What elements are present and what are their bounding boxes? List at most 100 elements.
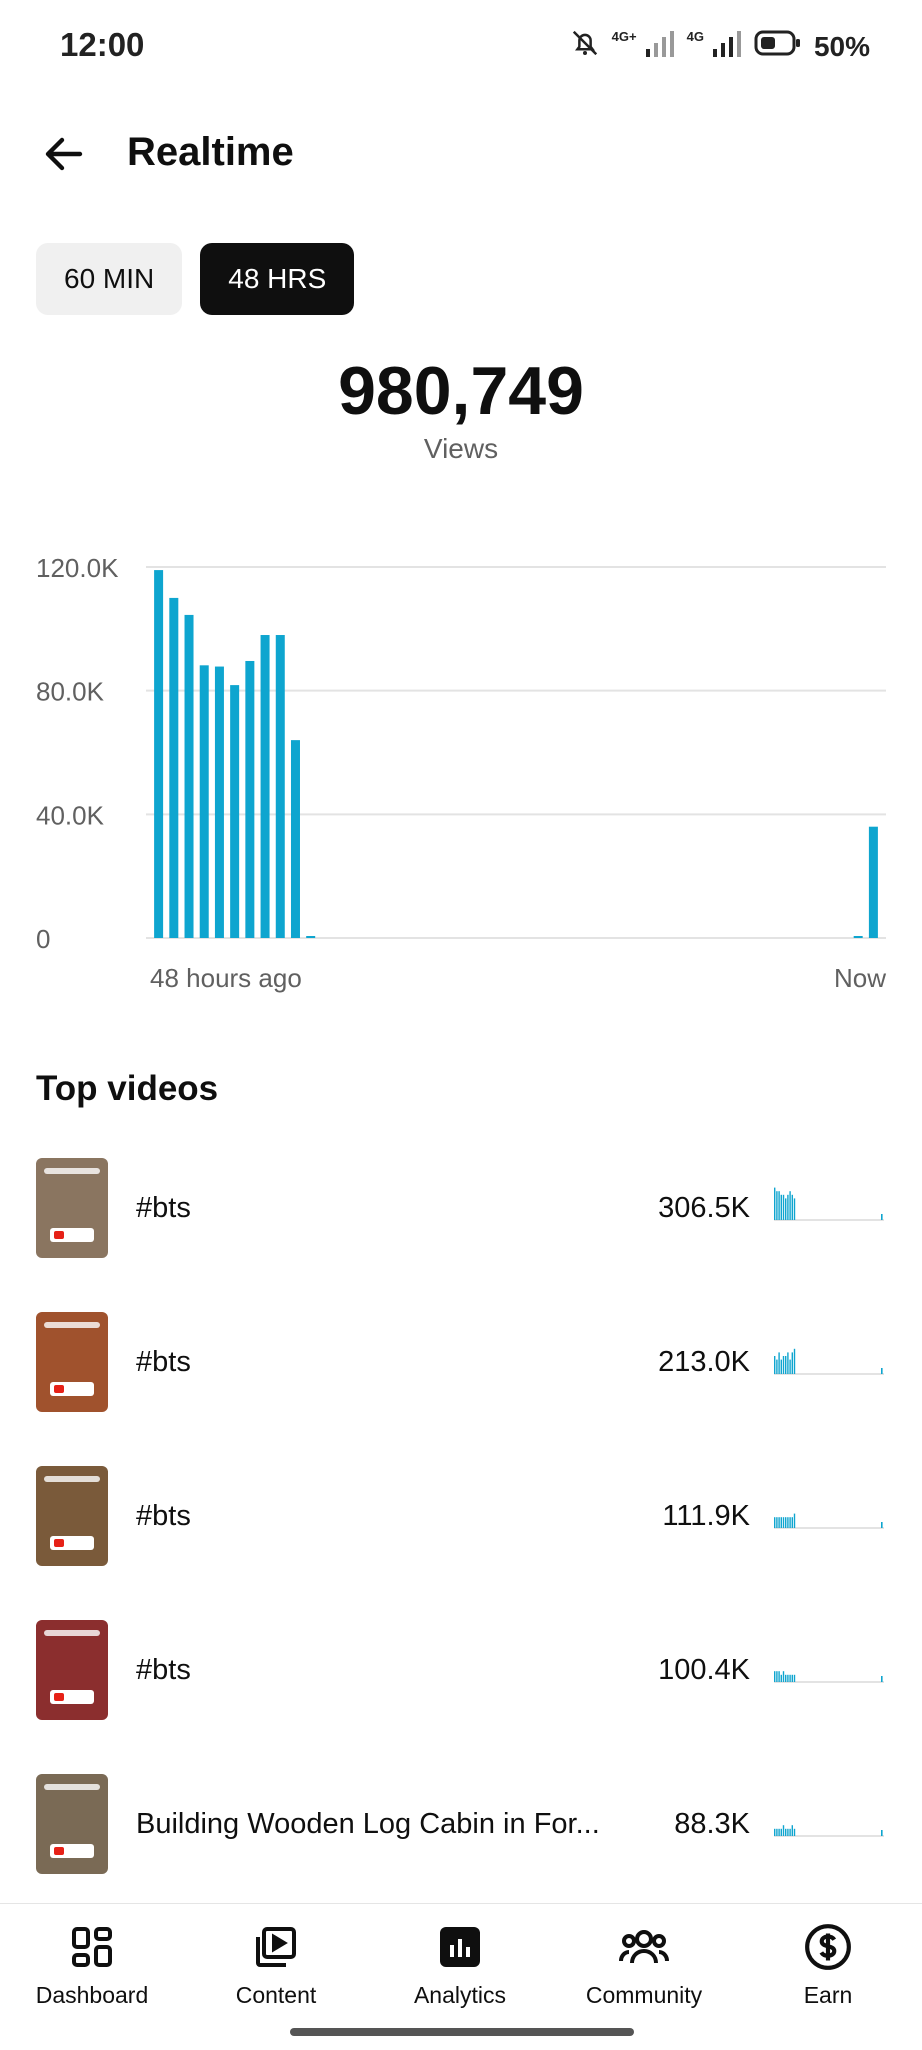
sparkline-bar — [774, 1671, 776, 1682]
x-tick-label: Now — [834, 963, 886, 993]
chart-bar — [275, 635, 285, 938]
sparkline-bar — [791, 1674, 793, 1682]
video-sparkline — [774, 1513, 884, 1529]
video-row[interactable]: #bts 213.0K — [0, 1312, 922, 1416]
total-views-value: 980,749 — [338, 353, 584, 429]
sparkline-bar — [776, 1828, 778, 1836]
video-row[interactable]: Building Wooden Log Cabin in For... 88.3… — [0, 1774, 922, 1878]
content-icon — [184, 1918, 368, 1976]
time-range-chips: 60 MIN 48 HRS — [36, 243, 355, 315]
sparkline-bar — [787, 1352, 789, 1374]
sparkline-bar — [774, 1356, 776, 1374]
video-row[interactable]: #bts 306.5K — [0, 1158, 922, 1262]
tab-48-hrs[interactable]: 48 HRS — [200, 243, 355, 315]
bell-muted-icon — [570, 28, 600, 65]
sparkline-bar — [776, 1359, 778, 1374]
sparkline-bar — [778, 1517, 780, 1528]
sparkline-bar — [780, 1517, 782, 1528]
sparkline-bar — [776, 1671, 778, 1682]
video-sparkline — [774, 1671, 884, 1683]
sparkline-bar — [780, 1828, 782, 1836]
signal-icon-2 — [712, 29, 742, 64]
sparkline-bar — [782, 1671, 785, 1682]
analytics-icon — [368, 1918, 552, 1976]
network-label-1: 4G+ — [611, 29, 637, 44]
chart-bar — [154, 570, 164, 938]
chart-bar — [199, 665, 209, 938]
chart-bar — [260, 635, 270, 938]
video-views: 100.4K — [658, 1654, 750, 1686]
video-views: 88.3K — [674, 1808, 750, 1840]
y-tick-label: 0 — [36, 924, 50, 954]
sparkline-bar — [789, 1517, 791, 1528]
sparkline-bar — [780, 1674, 782, 1682]
video-row[interactable]: #bts 111.9K — [0, 1466, 922, 1570]
sparkline-bar — [776, 1191, 778, 1220]
tab-60-min[interactable]: 60 MIN — [36, 243, 183, 315]
total-views-label: Views — [423, 433, 499, 464]
chart-bar — [214, 666, 224, 938]
nav-dashboard[interactable]: Dashboard — [0, 1918, 184, 2009]
sparkline-bar — [881, 1368, 883, 1374]
sparkline-bar — [791, 1517, 793, 1528]
chart-bar — [169, 597, 179, 938]
video-title: #bts — [136, 1346, 191, 1378]
video-views: 213.0K — [658, 1346, 750, 1378]
nav-label: Analytics — [413, 1982, 507, 2008]
sparkline-bar — [778, 1191, 780, 1220]
sparkline-bar — [774, 1517, 776, 1528]
sparkline-bar — [789, 1191, 791, 1220]
sparkline-bar — [793, 1348, 796, 1374]
sparkline-bar — [785, 1198, 787, 1220]
sparkline-bar — [785, 1828, 787, 1836]
nav-earn[interactable]: Earn — [736, 1918, 920, 2009]
sparkline-bar — [793, 1828, 796, 1836]
earn-icon — [736, 1918, 920, 1976]
signal-icon — [645, 29, 675, 64]
nav-label: Earn — [803, 1982, 853, 2008]
sparkline-bar — [782, 1194, 785, 1220]
nav-label: Community — [585, 1982, 703, 2008]
sparkline-bar — [793, 1674, 796, 1682]
chart-bar — [290, 740, 300, 938]
sparkline-bar — [785, 1674, 787, 1682]
sparkline-bar — [787, 1674, 789, 1682]
nav-label: Dashboard — [35, 1982, 149, 2008]
y-tick-label: 40.0K — [36, 800, 105, 830]
back-button[interactable] — [36, 126, 92, 182]
sparkline-bar — [881, 1522, 883, 1528]
video-sparkline — [774, 1187, 884, 1221]
app-header: Realtime — [0, 96, 922, 212]
chart-bar — [306, 936, 316, 938]
y-tick-label: 120.0K — [36, 553, 119, 583]
sparkline-bar — [789, 1828, 791, 1836]
video-title: #bts — [136, 1654, 191, 1686]
chart-bar — [245, 660, 255, 938]
sparkline-bar — [778, 1671, 780, 1682]
nav-community[interactable]: Community — [552, 1918, 736, 2009]
battery-icon — [754, 29, 802, 64]
status-time: 12:00 — [60, 26, 145, 63]
nav-label: Content — [235, 1982, 317, 2008]
x-tick-label: 48 hours ago — [150, 963, 302, 993]
home-indicator — [290, 2028, 634, 2036]
y-tick-label: 80.0K — [36, 677, 105, 707]
chart-bar — [853, 936, 863, 938]
chart-bar — [230, 685, 240, 938]
nav-analytics[interactable]: Analytics — [368, 1918, 552, 2009]
nav-content[interactable]: Content — [184, 1918, 368, 2009]
sparkline-bar — [782, 1356, 785, 1374]
network-label-2: 4G — [686, 29, 704, 44]
sparkline-bar — [881, 1830, 883, 1836]
video-views: 111.9K — [662, 1500, 750, 1532]
chart-bar — [184, 614, 194, 938]
sparkline-bar — [787, 1517, 789, 1528]
video-thumbnail — [36, 1158, 108, 1258]
chart-bar — [868, 826, 878, 938]
dashboard-icon — [0, 1918, 184, 1976]
sparkline-bar — [791, 1825, 793, 1836]
status-icons: 4G+ 4G 50% — [570, 28, 870, 65]
video-row[interactable]: #bts 100.4K — [0, 1620, 922, 1724]
video-thumbnail — [36, 1774, 108, 1874]
community-icon — [552, 1918, 736, 1976]
